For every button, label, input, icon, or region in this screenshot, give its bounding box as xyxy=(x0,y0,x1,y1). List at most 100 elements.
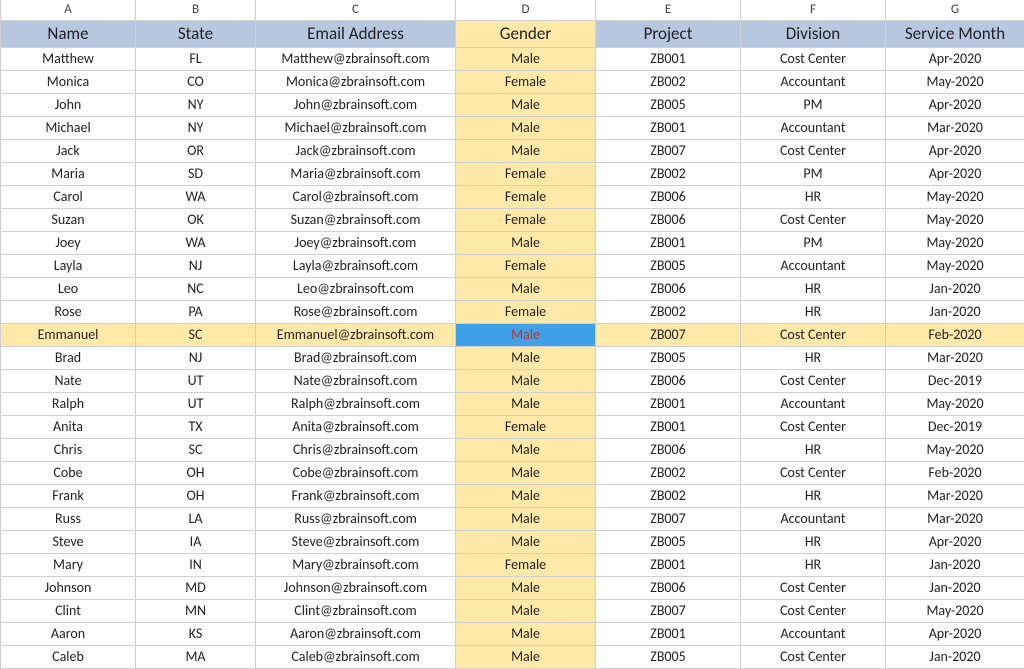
cell-name[interactable]: Carol xyxy=(1,186,136,209)
cell-project[interactable]: ZB002 xyxy=(596,462,741,485)
cell-project[interactable]: ZB006 xyxy=(596,439,741,462)
cell-gender[interactable]: Female xyxy=(456,186,596,209)
cell-email[interactable]: Nate@zbrainsoft.com xyxy=(256,370,456,393)
cell-project[interactable]: ZB001 xyxy=(596,232,741,255)
cell-division[interactable]: Cost Center xyxy=(741,140,886,163)
cell-gender[interactable]: Male xyxy=(456,577,596,600)
cell-state[interactable]: CO xyxy=(136,71,256,94)
cell-gender[interactable]: Male xyxy=(456,324,596,347)
cell-state[interactable]: MA xyxy=(136,646,256,669)
cell-state[interactable]: UT xyxy=(136,393,256,416)
cell-email[interactable]: Emmanuel@zbrainsoft.com xyxy=(256,324,456,347)
cell-state[interactable]: IN xyxy=(136,554,256,577)
cell-email[interactable]: Cobe@zbrainsoft.com xyxy=(256,462,456,485)
cell-email[interactable]: Frank@zbrainsoft.com xyxy=(256,485,456,508)
cell-division[interactable]: PM xyxy=(741,94,886,117)
cell-project[interactable]: ZB006 xyxy=(596,278,741,301)
cell-state[interactable]: LA xyxy=(136,508,256,531)
cell-email[interactable]: Russ@zbrainsoft.com xyxy=(256,508,456,531)
cell-service[interactable]: May-2020 xyxy=(886,439,1024,462)
cell-service[interactable]: Jan-2020 xyxy=(886,554,1024,577)
cell-name[interactable]: Matthew xyxy=(1,48,136,71)
cell-state[interactable]: NJ xyxy=(136,347,256,370)
cell-state[interactable]: OH xyxy=(136,462,256,485)
cell-project[interactable]: ZB002 xyxy=(596,71,741,94)
cell-division[interactable]: Cost Center xyxy=(741,48,886,71)
cell-service[interactable]: Jan-2020 xyxy=(886,577,1024,600)
column-letter[interactable]: E xyxy=(596,0,741,21)
cell-gender[interactable]: Female xyxy=(456,301,596,324)
cell-state[interactable]: KS xyxy=(136,623,256,646)
cell-gender[interactable]: Male xyxy=(456,623,596,646)
header-cell[interactable]: Name xyxy=(1,21,136,48)
cell-service[interactable]: Dec-2019 xyxy=(886,416,1024,439)
cell-name[interactable]: Jack xyxy=(1,140,136,163)
cell-name[interactable]: Nate xyxy=(1,370,136,393)
cell-state[interactable]: NC xyxy=(136,278,256,301)
cell-email[interactable]: Brad@zbrainsoft.com xyxy=(256,347,456,370)
cell-service[interactable]: Apr-2020 xyxy=(886,48,1024,71)
cell-state[interactable]: NJ xyxy=(136,255,256,278)
column-letter[interactable]: A xyxy=(1,0,136,21)
column-letter[interactable]: F xyxy=(741,0,886,21)
cell-project[interactable]: ZB006 xyxy=(596,186,741,209)
cell-email[interactable]: John@zbrainsoft.com xyxy=(256,94,456,117)
header-cell[interactable]: State xyxy=(136,21,256,48)
cell-division[interactable]: Cost Center xyxy=(741,416,886,439)
cell-gender[interactable]: Female xyxy=(456,209,596,232)
cell-division[interactable]: HR xyxy=(741,531,886,554)
cell-state[interactable]: PA xyxy=(136,301,256,324)
cell-division[interactable]: PM xyxy=(741,232,886,255)
cell-service[interactable]: May-2020 xyxy=(886,71,1024,94)
cell-email[interactable]: Johnson@zbrainsoft.com xyxy=(256,577,456,600)
cell-email[interactable]: Steve@zbrainsoft.com xyxy=(256,531,456,554)
cell-name[interactable]: Layla xyxy=(1,255,136,278)
cell-division[interactable]: Cost Center xyxy=(741,577,886,600)
cell-state[interactable]: IA xyxy=(136,531,256,554)
cell-name[interactable]: Ralph xyxy=(1,393,136,416)
cell-gender[interactable]: Male xyxy=(456,508,596,531)
cell-service[interactable]: Dec-2019 xyxy=(886,370,1024,393)
cell-name[interactable]: Mary xyxy=(1,554,136,577)
header-cell[interactable]: Gender xyxy=(456,21,596,48)
cell-project[interactable]: ZB005 xyxy=(596,255,741,278)
cell-email[interactable]: Joey@zbrainsoft.com xyxy=(256,232,456,255)
cell-gender[interactable]: Female xyxy=(456,163,596,186)
cell-division[interactable]: Accountant xyxy=(741,508,886,531)
cell-gender[interactable]: Male xyxy=(456,646,596,669)
cell-project[interactable]: ZB002 xyxy=(596,485,741,508)
cell-name[interactable]: Chris xyxy=(1,439,136,462)
cell-name[interactable]: John xyxy=(1,94,136,117)
cell-division[interactable]: Cost Center xyxy=(741,600,886,623)
cell-email[interactable]: Layla@zbrainsoft.com xyxy=(256,255,456,278)
cell-service[interactable]: Feb-2020 xyxy=(886,462,1024,485)
cell-state[interactable]: WA xyxy=(136,186,256,209)
cell-project[interactable]: ZB001 xyxy=(596,48,741,71)
cell-name[interactable]: Clint xyxy=(1,600,136,623)
cell-project[interactable]: ZB005 xyxy=(596,347,741,370)
cell-name[interactable]: Michael xyxy=(1,117,136,140)
cell-division[interactable]: PM xyxy=(741,163,886,186)
cell-name[interactable]: Joey xyxy=(1,232,136,255)
cell-gender[interactable]: Male xyxy=(456,370,596,393)
cell-gender[interactable]: Male xyxy=(456,140,596,163)
cell-gender[interactable]: Male xyxy=(456,117,596,140)
cell-division[interactable]: HR xyxy=(741,186,886,209)
header-cell[interactable]: Email Address xyxy=(256,21,456,48)
cell-gender[interactable]: Male xyxy=(456,347,596,370)
cell-name[interactable]: Cobe xyxy=(1,462,136,485)
cell-service[interactable]: Mar-2020 xyxy=(886,508,1024,531)
cell-name[interactable]: Aaron xyxy=(1,623,136,646)
cell-division[interactable]: HR xyxy=(741,347,886,370)
cell-project[interactable]: ZB005 xyxy=(596,531,741,554)
cell-project[interactable]: ZB007 xyxy=(596,324,741,347)
cell-state[interactable]: NY xyxy=(136,117,256,140)
cell-state[interactable]: FL xyxy=(136,48,256,71)
cell-gender[interactable]: Male xyxy=(456,94,596,117)
cell-state[interactable]: WA xyxy=(136,232,256,255)
cell-project[interactable]: ZB005 xyxy=(596,94,741,117)
cell-email[interactable]: Anita@zbrainsoft.com xyxy=(256,416,456,439)
cell-project[interactable]: ZB002 xyxy=(596,163,741,186)
header-cell[interactable]: Project xyxy=(596,21,741,48)
cell-email[interactable]: Jack@zbrainsoft.com xyxy=(256,140,456,163)
